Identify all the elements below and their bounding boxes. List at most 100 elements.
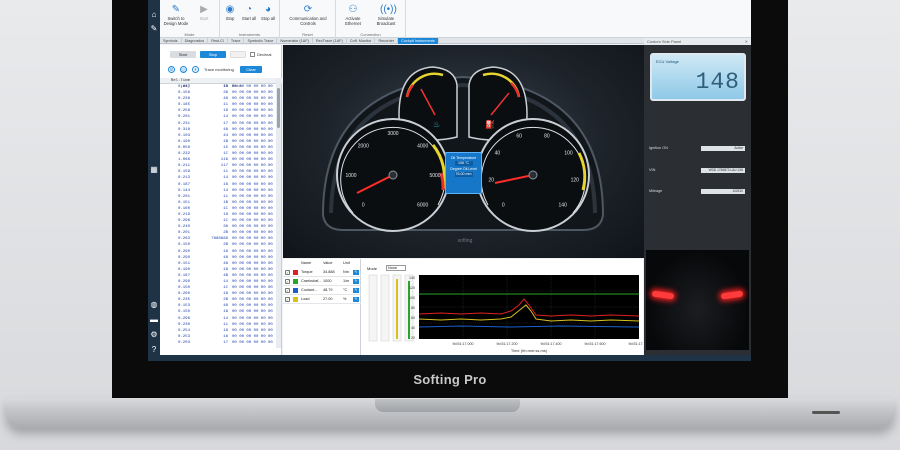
trace-pause-icon[interactable]: ⏸: [192, 66, 199, 73]
car-rear-image: [646, 250, 749, 350]
trace-scroll-thumb[interactable]: [277, 88, 280, 128]
start-button[interactable]: ▶ Start: [194, 4, 214, 22]
signal-edit-icon[interactable]: ✎: [353, 297, 359, 302]
signal-checkbox[interactable]: ✓: [285, 279, 290, 284]
tab-cockpit-instruments[interactable]: Cockpit Instruments: [398, 38, 439, 44]
signal-row[interactable]: ✓ Coolant... 48.79 °C ✎: [283, 286, 361, 295]
ribbon-group-label: Reset: [302, 32, 313, 37]
tab-symbols[interactable]: Symbols: [160, 38, 182, 44]
design-mode-button[interactable]: ✎ Switch to Design Mode: [162, 4, 190, 26]
oil-level-label: Degree Oil Level: [450, 167, 477, 171]
gauge-tick-label: 4000: [417, 143, 428, 149]
trace-settings-icon[interactable]: ⚙: [168, 66, 175, 73]
gauge-tick-label: 140: [559, 203, 568, 209]
side-panel-title: Custom Side Panel: [644, 38, 751, 45]
signal-value: 27.00: [323, 297, 333, 301]
home-icon[interactable]: ⌂: [149, 10, 159, 20]
tab-rectrace[interactable]: RecTrace (1AF): [313, 38, 347, 44]
refresh-icon: ⟳: [303, 4, 313, 15]
signal-color-swatch: [293, 270, 298, 275]
svg-text:♨: ♨: [433, 120, 440, 129]
status-bar: [160, 355, 751, 361]
trace-filter-icon[interactable]: ◎: [180, 66, 187, 73]
tools-icon[interactable]: ✎: [149, 24, 159, 34]
network-icon: ⚇: [348, 4, 358, 15]
minus-icon[interactable]: ▬: [149, 315, 159, 325]
stop-button[interactable]: ◉ Stop: [222, 4, 238, 22]
grid-icon[interactable]: ▦: [149, 165, 159, 175]
tab-symbolic-trace[interactable]: Symbolic Trace: [244, 38, 278, 44]
gauge-tick-label: 2000: [358, 143, 369, 149]
app-screen: ⌂ ✎ ▦ ◍ ▬ ⚙ ? ✎ Switch to Design Mode ▶ St…: [148, 0, 751, 361]
tab-rest-cl[interactable]: Rest-Cl: [208, 38, 228, 44]
ignition-row: Ignition ON Active: [649, 146, 745, 151]
decimal-checkbox[interactable]: [250, 52, 255, 57]
plot-ytick: 120: [409, 286, 415, 290]
globe-icon[interactable]: ◍: [149, 300, 159, 310]
signal-checkbox[interactable]: ✓: [285, 288, 290, 293]
gauge-tick-label: 80: [544, 133, 550, 139]
tab-numerator[interactable]: Numerator (1AF): [277, 38, 313, 44]
plot-xtick: 9d:51:17.600: [585, 342, 606, 346]
signal-unit: %: [343, 297, 347, 301]
oil-level-value: 76.00 mm: [454, 172, 473, 177]
ribbon-group-reset: ⟳ Communication and Controls Reset: [280, 0, 336, 38]
trace-stop-button[interactable]: Stop: [200, 51, 226, 58]
tab-recorder[interactable]: Recorder: [375, 38, 399, 44]
start-all-button[interactable]: ◔ Start all: [240, 4, 258, 22]
tab-monitor[interactable]: Coff. Monitor: [347, 38, 376, 44]
communication-controls-button[interactable]: ⟳ Communication and Controls: [282, 4, 334, 26]
help-icon[interactable]: ?: [149, 345, 159, 355]
softing-logo: softing: [457, 238, 473, 244]
gauge-stop-icon: ◕: [264, 4, 272, 15]
signal-value: 1000: [323, 279, 332, 283]
signal-edit-icon[interactable]: ✎: [353, 288, 359, 293]
plot-ytick: 80: [411, 306, 415, 310]
tab-trace[interactable]: Trace: [228, 38, 245, 44]
signal-col-unit: Unit: [343, 261, 350, 265]
trace-start-button[interactable]: Start: [170, 51, 196, 58]
plot-xtick: 9d:51:17.800: [629, 342, 643, 346]
activate-ethernet-button[interactable]: ⚇ Activate Ethernet: [338, 4, 368, 26]
pencil-icon: ✎: [171, 4, 181, 15]
trace-scrollbar[interactable]: [276, 78, 281, 348]
decimal-label: Decimal: [257, 52, 272, 57]
side-panel-close-icon[interactable]: ✕: [745, 39, 748, 44]
ribbon-group-instruments: ◉ Stop ◔ Start all ◕ Stop all Instruments: [220, 0, 280, 38]
signal-row[interactable]: ✓ Load 27.00% ✎: [283, 295, 361, 304]
trace-row[interactable]: 0.203 17 00 00 00 00 00 00: [160, 340, 282, 346]
signal-edit-icon[interactable]: ✎: [353, 279, 359, 284]
trace-clear-button[interactable]: Clear: [240, 66, 262, 73]
signal-value: 48.79: [323, 288, 333, 292]
gauge-tick-label: 60: [516, 133, 522, 139]
signal-checkbox[interactable]: ✓: [285, 297, 290, 302]
vin-value: WDD 1756873 UAJ 1X6: [701, 168, 745, 173]
speed-gauge: [476, 118, 590, 232]
simulate-broadcast-button[interactable]: ((•)) Simulate Broadcast: [370, 4, 402, 26]
trace-rows: 0.287 18 00 00 00 00 00 00 0.158 38 00 00 00 …: [160, 84, 282, 346]
stop-all-button[interactable]: ◕ Stop all: [259, 4, 277, 22]
trace-table: Rel.Time (ms) ID Data 0.287 18 00 00 00 00 0…: [160, 78, 282, 348]
ribbon-group-connection: ⚇ Activate Ethernet ((•)) Simulate Broadca…: [336, 0, 406, 38]
signal-col-name: Name: [301, 261, 312, 265]
signal-plot: 140 120 100 80 60 40 20 9d:51:17.000 9d:51:17.2…: [368, 274, 643, 353]
signal-edit-icon[interactable]: ✎: [353, 270, 359, 275]
signal-row[interactable]: ✓ Crankshaf... 1000 1/m ✎: [283, 277, 361, 286]
signal-plot-panel: Mode None 140 120 100 80 60 40 20 9d:51:17.000…: [361, 259, 643, 355]
play-icon: ▶: [200, 4, 208, 15]
laptop-notch: [375, 399, 520, 412]
signal-row[interactable]: ✓ Torque 34.888 Nm ✎: [283, 268, 361, 277]
left-toolbar: ⌂ ✎ ▦ ◍ ▬ ⚙ ?: [148, 0, 160, 361]
gear-icon[interactable]: ⚙: [149, 330, 159, 340]
plot-ytick: 140: [409, 276, 415, 280]
signal-color-swatch: [293, 297, 298, 302]
signal-name: Load: [301, 297, 310, 301]
signal-checkbox[interactable]: ✓: [285, 270, 290, 275]
gauge-tick-label: 1000: [345, 173, 356, 179]
trace-cell: 0.203: [177, 340, 190, 345]
stop-icon: ◉: [225, 4, 235, 15]
trace-cell: 00 00 00 00 00 00: [232, 340, 273, 345]
tab-diagnostics[interactable]: Diagnostics: [182, 38, 209, 44]
ribbon-group-label: Connection: [360, 32, 381, 37]
signal-name: Crankshaf...: [301, 279, 322, 283]
